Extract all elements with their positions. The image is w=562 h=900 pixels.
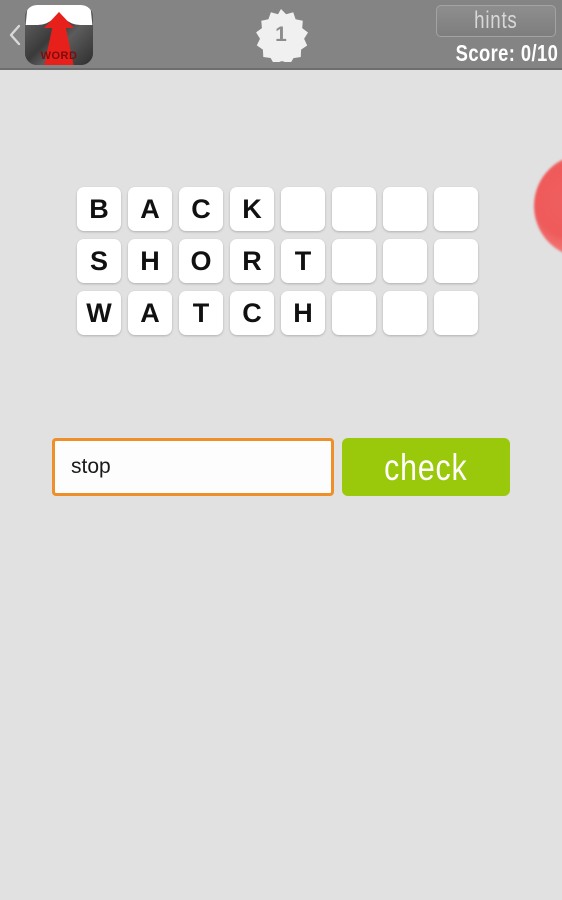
letter-grid: B A C K S H O R T W A T C H — [77, 187, 481, 343]
empty-tile[interactable] — [383, 291, 427, 335]
check-button[interactable]: check — [342, 438, 510, 496]
letter-tile[interactable]: H — [128, 239, 172, 283]
level-badge: 1 — [254, 8, 308, 62]
letter-tile[interactable]: K — [230, 187, 274, 231]
hints-button-label: hints — [474, 7, 518, 34]
empty-tile[interactable] — [332, 239, 376, 283]
app-icon-label: WORD — [40, 50, 78, 62]
app-header: WORD 1 hints Score: 0/10 — [0, 0, 562, 70]
letter-tile[interactable]: T — [281, 239, 325, 283]
letter-tile[interactable]: O — [179, 239, 223, 283]
check-button-label: check — [384, 446, 468, 488]
empty-tile[interactable] — [383, 187, 427, 231]
grid-row: W A T C H — [77, 291, 481, 335]
empty-tile[interactable] — [332, 291, 376, 335]
letter-tile[interactable]: C — [179, 187, 223, 231]
empty-tile[interactable] — [383, 239, 427, 283]
red-circle-decoration — [534, 154, 562, 258]
letter-tile[interactable]: A — [128, 187, 172, 231]
empty-tile[interactable] — [281, 187, 325, 231]
grid-row: S H O R T — [77, 239, 481, 283]
score-display: Score: 0/10 — [418, 40, 558, 66]
letter-tile[interactable]: W — [77, 291, 121, 335]
letter-tile[interactable]: R — [230, 239, 274, 283]
empty-tile[interactable] — [434, 239, 478, 283]
word-game-app-icon[interactable]: WORD — [25, 5, 93, 65]
empty-tile[interactable] — [434, 187, 478, 231]
letter-tile[interactable]: B — [77, 187, 121, 231]
letter-tile[interactable]: C — [230, 291, 274, 335]
letter-tile[interactable]: H — [281, 291, 325, 335]
hints-button[interactable]: hints — [436, 5, 556, 37]
letter-tile[interactable]: A — [128, 291, 172, 335]
answer-input[interactable] — [52, 438, 334, 496]
level-number: 1 — [275, 22, 287, 46]
letter-tile[interactable]: S — [77, 239, 121, 283]
answer-row: check — [52, 438, 512, 496]
letter-tile[interactable]: T — [179, 291, 223, 335]
empty-tile[interactable] — [332, 187, 376, 231]
chevron-left-icon — [8, 23, 22, 47]
score-text: Score: 0/10 — [455, 40, 558, 66]
grid-row: B A C K — [77, 187, 481, 231]
app-icon-tie-knot — [44, 12, 74, 28]
empty-tile[interactable] — [434, 291, 478, 335]
